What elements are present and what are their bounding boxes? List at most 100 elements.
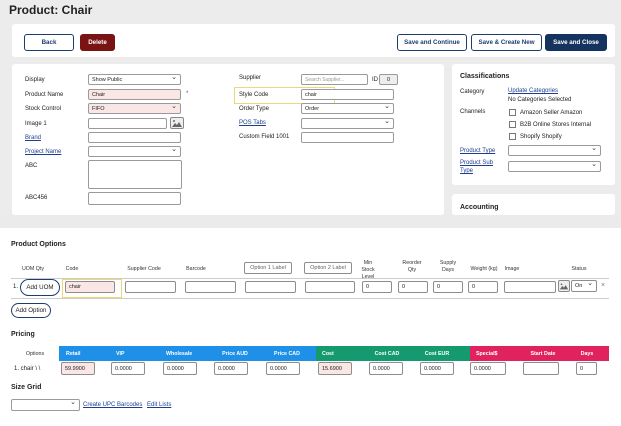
channel-label-b2b: B2B Online Stores Internal xyxy=(520,122,592,128)
channel-checkbox-amazon[interactable] xyxy=(509,109,516,116)
category-label: Category xyxy=(460,89,485,95)
update-categories-link[interactable]: Update Categories xyxy=(508,88,558,94)
product-name-label: Product Name xyxy=(25,92,64,98)
col-reorder-qty: Reorder Qty xyxy=(402,260,422,273)
size-grid-select[interactable] xyxy=(11,399,80,411)
col-days: Days xyxy=(580,350,594,357)
abc-label: ABC xyxy=(25,163,38,169)
supplier-id-label: ID xyxy=(372,77,378,83)
size-grid-title: Size Grid xyxy=(11,384,42,391)
cost-cad-input[interactable]: 0.0000 xyxy=(369,362,403,375)
col-cost: Cost xyxy=(322,350,334,357)
weight-input[interactable]: 0 xyxy=(468,281,498,293)
supplier-id-field: 0 xyxy=(379,74,398,85)
brand-input[interactable] xyxy=(88,132,181,143)
col-price-cad: Price CAD xyxy=(274,350,300,357)
no-categories-text: No Categories Selected xyxy=(508,97,572,103)
project-name-select[interactable] xyxy=(88,146,181,157)
page-title: Product: Chair xyxy=(9,3,93,17)
product-type-link[interactable]: Product Type xyxy=(460,148,495,154)
cost-input[interactable]: 15.6900 xyxy=(318,362,352,375)
barcode-input[interactable] xyxy=(185,281,236,293)
custom-field-input[interactable] xyxy=(301,132,394,143)
stock-control-select[interactable]: FIFO xyxy=(88,103,181,114)
col-retail: Retail xyxy=(66,350,81,357)
product-type-select[interactable] xyxy=(508,145,601,156)
add-uom-button[interactable]: Add UOM xyxy=(20,279,60,296)
brand-link[interactable]: Brand xyxy=(25,135,41,141)
supply-days-input[interactable]: 0 xyxy=(433,281,463,293)
price-cad-input[interactable]: 0.0000 xyxy=(266,362,300,375)
option2-input[interactable] xyxy=(305,281,355,293)
accounting-title: Accounting xyxy=(460,204,499,211)
option1-label-input[interactable]: Option 1 Label xyxy=(244,262,292,274)
pos-tabs-select[interactable] xyxy=(301,118,394,129)
product-name-input[interactable]: Chair xyxy=(88,89,181,100)
col-cost-eur: Cost EUR xyxy=(424,350,450,357)
style-code-input[interactable]: chair xyxy=(301,89,394,100)
required-marker: * xyxy=(186,91,189,97)
image-upload-icon[interactable] xyxy=(170,117,184,129)
order-type-label: Order Type xyxy=(239,106,269,112)
classifications-title: Classifications xyxy=(460,73,510,80)
supplier-code-input[interactable] xyxy=(125,281,176,293)
abc456-input[interactable] xyxy=(88,192,181,205)
col-start-date: Start Date xyxy=(530,350,556,357)
order-type-select[interactable]: Order xyxy=(301,103,394,114)
days-input[interactable]: 0 xyxy=(576,362,597,375)
custom-field-label: Custom Field 1001 xyxy=(239,134,290,140)
channel-checkbox-b2b[interactable] xyxy=(509,121,516,128)
reorder-qty-input[interactable]: 0 xyxy=(398,281,428,293)
back-button[interactable]: Back xyxy=(24,34,74,51)
wholesale-input[interactable]: 0.0000 xyxy=(163,362,197,375)
abc-textarea[interactable] xyxy=(88,160,182,189)
pricing-row-label: 1. chair \ \ xyxy=(14,366,41,372)
status-select[interactable]: On xyxy=(571,280,597,292)
save-and-close-button[interactable]: Save and Close xyxy=(545,34,607,51)
vip-input[interactable]: 0.0000 xyxy=(111,362,145,375)
add-option-button[interactable]: Add Option xyxy=(11,303,51,318)
product-sub-type-link[interactable]: Product Sub xyxy=(460,160,493,166)
channel-checkbox-shopify[interactable] xyxy=(509,133,516,140)
save-and-create-new-button[interactable]: Save & Create New xyxy=(471,34,542,51)
stock-control-label: Stock Control xyxy=(25,106,62,112)
option-code-input[interactable]: chair xyxy=(65,281,115,293)
retail-input[interactable]: 59.9900 xyxy=(61,362,95,375)
col-special: Special$ xyxy=(476,350,498,357)
product-sub-type-link-2[interactable]: Type xyxy=(460,168,473,174)
product-sub-type-select[interactable] xyxy=(508,161,601,172)
display-label: Display xyxy=(25,77,45,83)
special-input[interactable]: 0.0000 xyxy=(470,362,506,375)
option2-label-input[interactable]: Option 2 Label xyxy=(304,262,352,274)
col-supply-days: Supply Days xyxy=(439,260,457,273)
col-price-aud: Price AUD xyxy=(222,350,248,357)
min-stock-input[interactable]: 0 xyxy=(362,281,392,293)
price-aud-input[interactable]: 0.0000 xyxy=(214,362,248,375)
display-select[interactable]: Show Public xyxy=(88,74,181,85)
option-image-input[interactable] xyxy=(504,281,556,293)
col-weight: Weight (kg) xyxy=(470,266,498,272)
project-name-link[interactable]: Project Name xyxy=(25,149,61,155)
style-code-label: Style Code xyxy=(239,92,269,98)
cost-eur-input[interactable]: 0.0000 xyxy=(420,362,454,375)
option-image-upload-icon[interactable] xyxy=(558,280,570,292)
option-row-number: 1. xyxy=(13,284,19,290)
supplier-search-input[interactable]: Search Supplier... xyxy=(301,74,368,85)
edit-lists-link[interactable]: Edit Lists xyxy=(147,402,171,408)
col-image: Image xyxy=(504,266,520,272)
col-status: Status xyxy=(571,266,587,272)
supplier-label: Supplier xyxy=(239,75,262,81)
channel-label-amazon: Amazon Seller Amazon xyxy=(520,110,583,116)
save-and-continue-button[interactable]: Save and Continue xyxy=(397,34,467,51)
option1-input[interactable] xyxy=(245,281,296,293)
start-date-input[interactable] xyxy=(523,362,559,375)
image1-input[interactable] xyxy=(88,118,167,129)
delete-button[interactable]: Delete xyxy=(80,34,115,51)
pos-tabs-link[interactable]: POS Tabs xyxy=(239,120,266,126)
create-upc-barcodes-link[interactable]: Create UPC Barcodes xyxy=(83,402,142,408)
col-vip: VIP xyxy=(116,350,125,357)
col-uom-qty: UOM Qty xyxy=(21,266,45,272)
col-options: Options xyxy=(11,346,59,361)
image1-label: Image 1 xyxy=(25,121,47,127)
remove-row-icon[interactable]: × xyxy=(601,282,605,289)
